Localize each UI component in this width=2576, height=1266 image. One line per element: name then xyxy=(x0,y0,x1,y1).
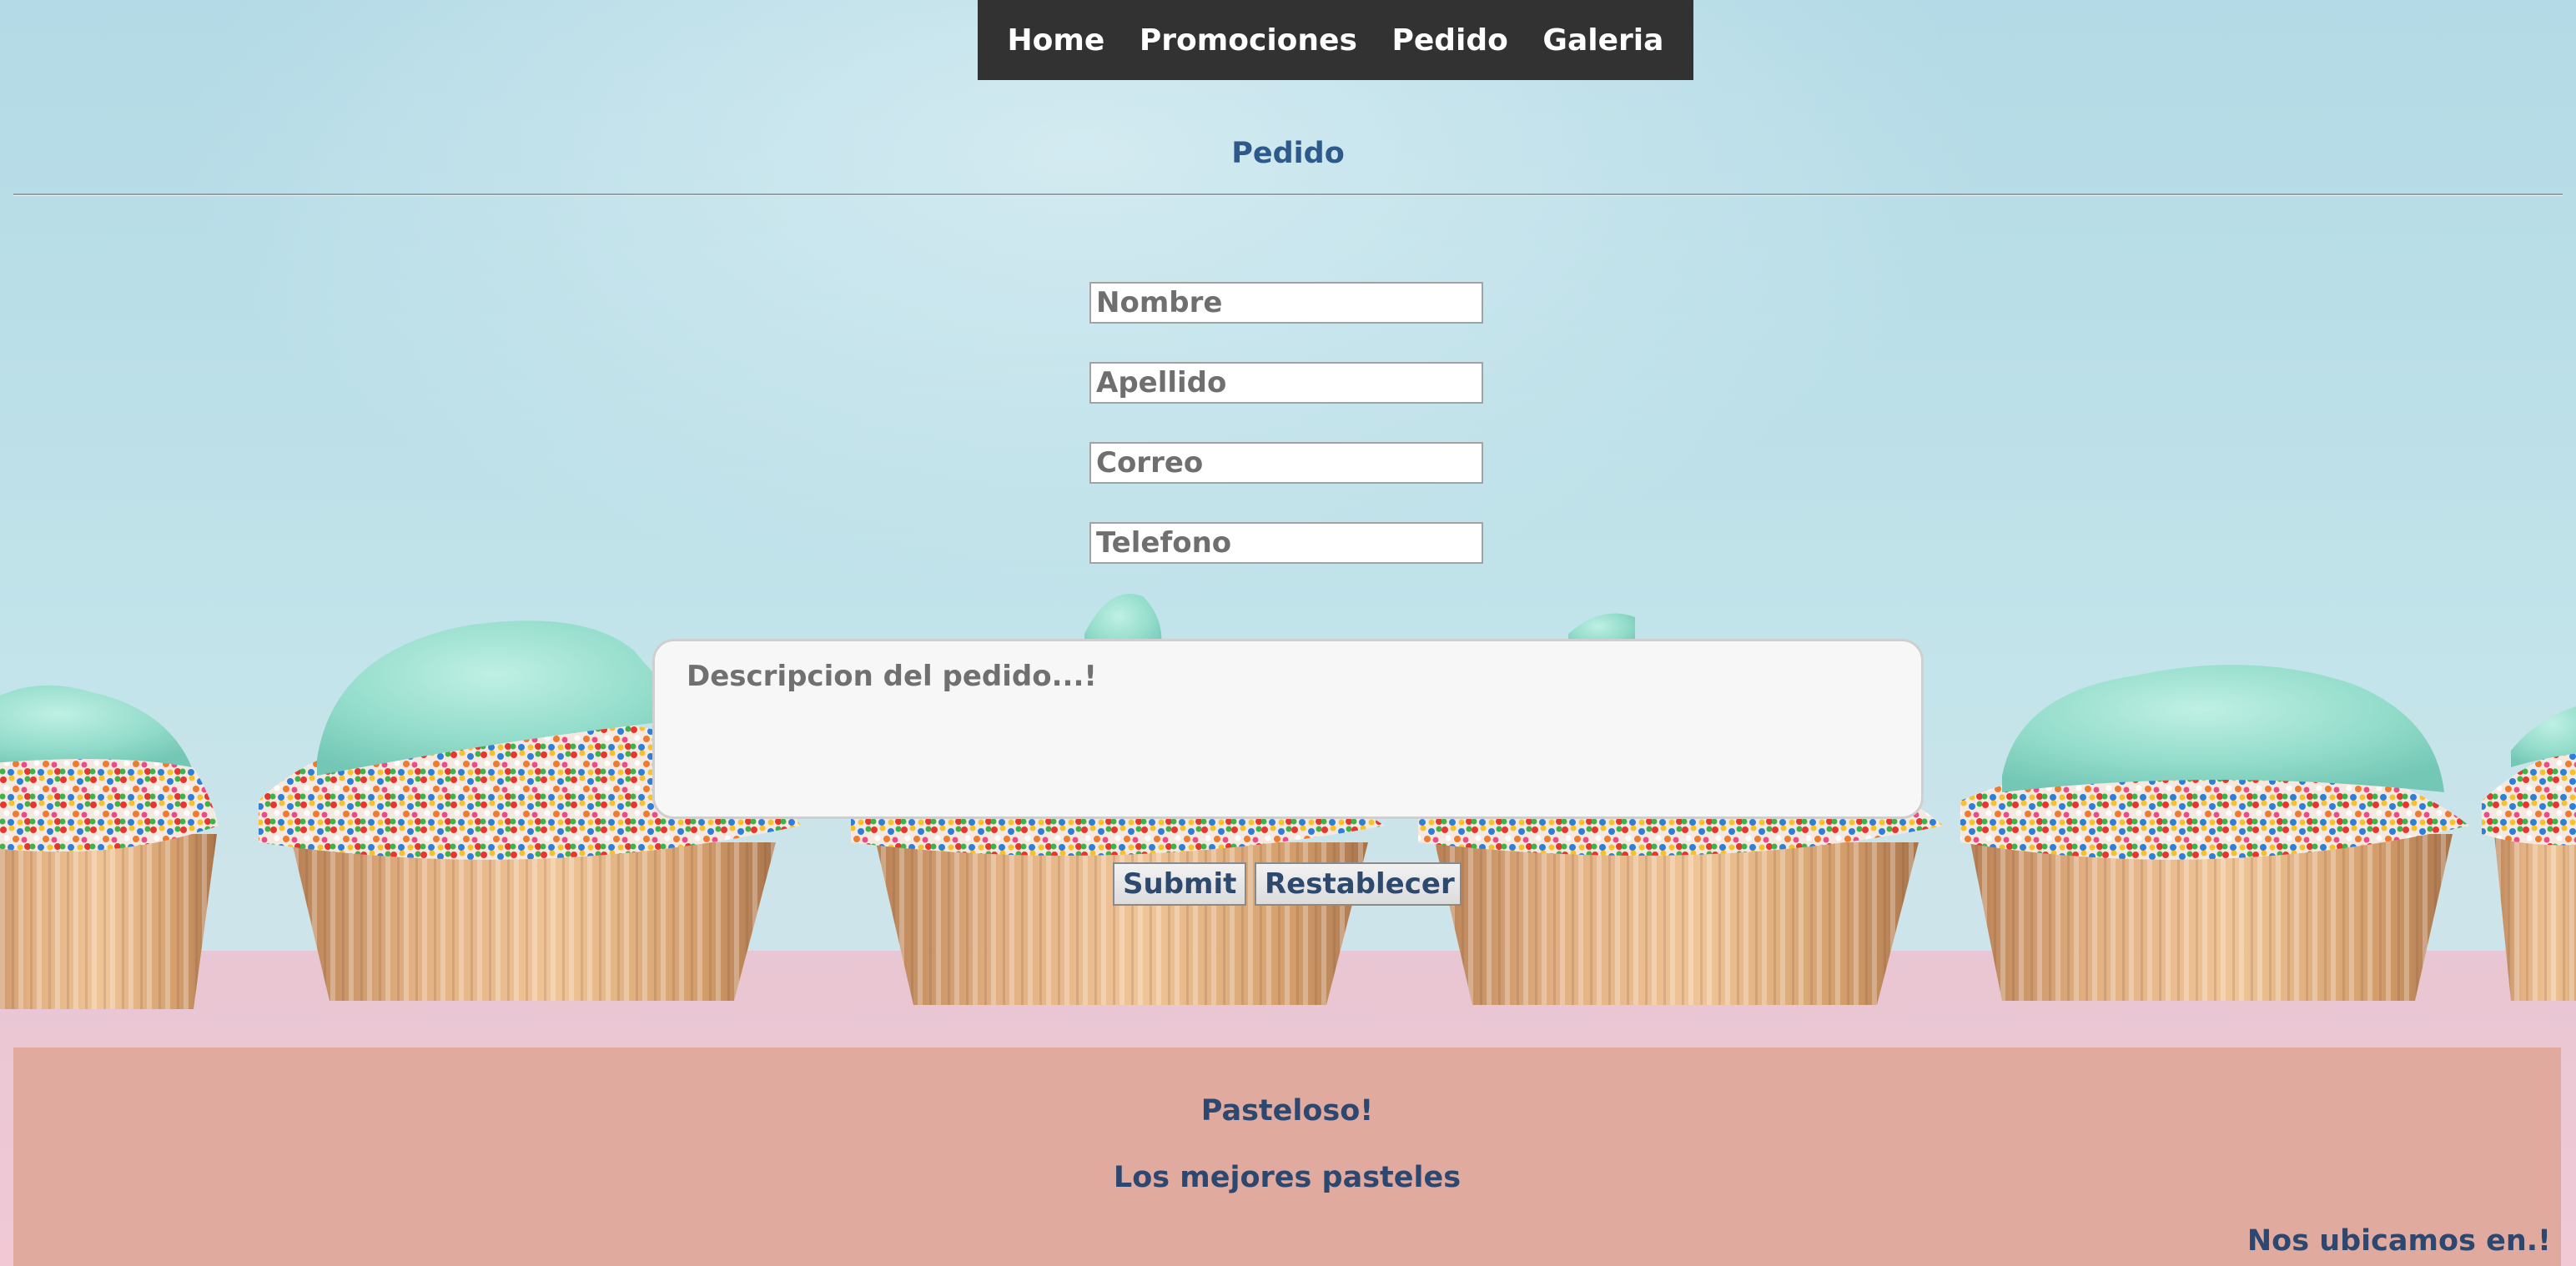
telefono-input[interactable] xyxy=(1089,522,1483,564)
footer-slogan: Los mejores pasteles xyxy=(1113,1161,1462,1194)
title-divider xyxy=(13,193,2563,196)
main-nav: Home Promociones Pedido Galeria xyxy=(978,0,1693,80)
descripcion-textarea[interactable] xyxy=(652,639,1924,819)
correo-input[interactable] xyxy=(1089,442,1483,484)
footer-brand: Pasteloso! xyxy=(1200,1094,1374,1128)
nombre-input[interactable] xyxy=(1089,282,1483,324)
submit-button[interactable]: Submit xyxy=(1113,862,1246,906)
reset-button[interactable]: Restablecer xyxy=(1255,862,1462,906)
nav-link-promociones[interactable]: Promociones xyxy=(1135,23,1362,58)
footer: Pasteloso! Los mejores pasteles Nos ubic… xyxy=(13,1047,2561,1266)
nav-link-galeria[interactable]: Galeria xyxy=(1537,23,1668,58)
footer-location-heading: Nos ubicamos en.! xyxy=(2246,1224,2551,1258)
nav-link-pedido[interactable]: Pedido xyxy=(1386,23,1512,58)
nav-link-home[interactable]: Home xyxy=(1003,23,1110,58)
apellido-input[interactable] xyxy=(1089,362,1483,404)
page-title: Pedido xyxy=(1231,137,1345,170)
